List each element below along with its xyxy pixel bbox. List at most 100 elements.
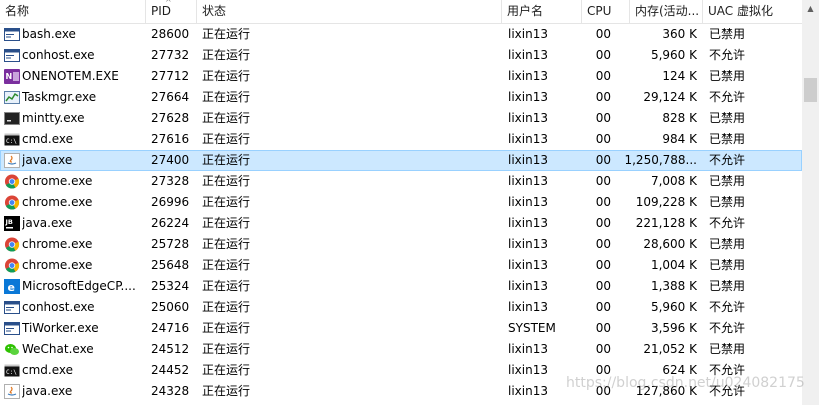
process-memory: 3,596 K [650, 321, 697, 335]
process-status: 正在运行 [202, 48, 251, 62]
process-memory: 29,124 K [643, 90, 697, 104]
process-row[interactable]: conhost.exe 25060 正在运行 lixin13 00 5,960 K 不允许 [0, 297, 802, 318]
process-uac: 已禁用 [709, 132, 746, 146]
column-header-cpu[interactable]: CPU [582, 0, 630, 23]
process-pid: 25648 [151, 258, 190, 272]
process-uac: 不允许 [709, 321, 746, 335]
process-cpu: 00 [595, 321, 611, 335]
column-header-uac[interactable]: UAC 虚拟化 [703, 0, 802, 23]
process-cpu: 00 [595, 69, 611, 83]
process-name: ONENOTEM.EXE [22, 69, 119, 83]
process-memory: 21,052 K [643, 342, 697, 356]
process-row[interactable]: java.exe 27400 正在运行 lixin13 00 1,250,788... 不允… [0, 150, 802, 171]
process-uac: 已禁用 [709, 195, 746, 209]
process-user: lixin13 [508, 300, 548, 314]
console-window-icon [4, 48, 20, 63]
svg-text:N: N [6, 72, 13, 81]
process-uac: 已禁用 [709, 69, 746, 83]
process-uac: 已禁用 [709, 237, 746, 251]
process-memory: 828 K [662, 111, 697, 125]
process-name: java.exe [22, 216, 73, 230]
process-user: lixin13 [508, 48, 548, 62]
process-memory: 109,228 K [635, 195, 697, 209]
vertical-scrollbar[interactable]: ▲ [802, 0, 819, 405]
process-row[interactable]: JB java.exe 26224 正在运行 lixin13 00 221,128 K 不允许 [0, 213, 802, 234]
column-header-user[interactable]: 用户名 [502, 0, 582, 23]
console-window-icon [4, 300, 20, 315]
process-row[interactable]: WeChat.exe 24512 正在运行 lixin13 00 21,052 K 已禁用 [0, 339, 802, 360]
process-cpu: 00 [595, 153, 611, 167]
process-pid: 28600 [151, 27, 190, 41]
process-pid: 24328 [151, 384, 190, 398]
process-row[interactable]: C:\ cmd.exe 27616 正在运行 lixin13 00 984 K 已禁用 [0, 129, 802, 150]
process-name: conhost.exe [22, 300, 95, 314]
process-user: lixin13 [508, 69, 548, 83]
process-row[interactable]: mintty.exe 27628 正在运行 lixin13 00 828 K 已禁用 [0, 108, 802, 129]
process-name: WeChat.exe [22, 342, 94, 356]
process-cpu: 00 [595, 27, 611, 41]
process-status: 正在运行 [202, 69, 251, 83]
process-status: 正在运行 [202, 132, 251, 146]
process-user: SYSTEM [508, 321, 556, 335]
process-name: mintty.exe [22, 111, 85, 125]
process-pid: 25728 [151, 237, 190, 251]
process-status: 正在运行 [202, 90, 251, 104]
process-name: MicrosoftEdgeCP.... [22, 279, 136, 293]
svg-text:e: e [8, 281, 15, 294]
process-cpu: 00 [595, 279, 611, 293]
process-name: chrome.exe [22, 258, 93, 272]
process-row[interactable]: chrome.exe 26996 正在运行 lixin13 00 109,228 K 已禁用 [0, 192, 802, 213]
process-memory: 5,960 K [650, 48, 697, 62]
process-user: lixin13 [508, 90, 548, 104]
process-row[interactable]: conhost.exe 27732 正在运行 lixin13 00 5,960 K 不允许 [0, 45, 802, 66]
column-header-status[interactable]: 状态 [197, 0, 502, 23]
process-memory: 1,004 K [650, 258, 697, 272]
cmd-icon: C:\ [4, 363, 20, 378]
process-uac: 不允许 [709, 90, 746, 104]
process-memory: 984 K [662, 132, 697, 146]
process-row[interactable]: chrome.exe 25648 正在运行 lixin13 00 1,004 K 已禁用 [0, 255, 802, 276]
scroll-up-arrow-icon[interactable]: ▲ [802, 0, 819, 17]
process-uac: 不允许 [709, 153, 746, 167]
java-icon [4, 384, 20, 399]
process-row[interactable]: chrome.exe 27328 正在运行 lixin13 00 7,008 K 已禁用 [0, 171, 802, 192]
process-row[interactable]: e MicrosoftEdgeCP.... 25324 正在运行 lixin13 00 1,… [0, 276, 802, 297]
process-memory: 7,008 K [650, 174, 697, 188]
process-memory: 1,250,788... [624, 153, 697, 167]
java-icon [4, 153, 20, 168]
process-row[interactable]: Taskmgr.exe 27664 正在运行 lixin13 00 29,124 K 不允许 [0, 87, 802, 108]
scrollbar-thumb[interactable] [804, 78, 817, 102]
process-uac: 已禁用 [709, 111, 746, 125]
svg-text:JB: JB [5, 218, 13, 226]
jetbrains-icon: JB [4, 216, 20, 231]
process-row[interactable]: chrome.exe 25728 正在运行 lixin13 00 28,600 K 已禁用 [0, 234, 802, 255]
process-cpu: 00 [595, 111, 611, 125]
column-header-name[interactable]: 名称 [0, 0, 146, 23]
process-row[interactable]: bash.exe 28600 正在运行 lixin13 00 360 K 已禁用 [0, 24, 802, 45]
process-uac: 不允许 [709, 216, 746, 230]
process-uac: 已禁用 [709, 174, 746, 188]
process-pid: 27628 [151, 111, 190, 125]
process-name: chrome.exe [22, 195, 93, 209]
process-cpu: 00 [595, 174, 611, 188]
process-pid: 24452 [151, 363, 190, 377]
chrome-icon [4, 258, 20, 273]
wechat-icon [4, 342, 20, 357]
process-name: Taskmgr.exe [22, 90, 97, 104]
process-name: java.exe [22, 384, 73, 398]
process-row[interactable]: N ONENOTEM.EXE 27712 正在运行 lixin13 00 124 K 已禁用 [0, 66, 802, 87]
process-user: lixin13 [508, 132, 548, 146]
process-row[interactable]: TiWorker.exe 24716 正在运行 SYSTEM 00 3,596 K 不允许 [0, 318, 802, 339]
column-header-memory[interactable]: 内存(活动... [630, 0, 703, 23]
process-name: java.exe [22, 153, 73, 167]
console-window-icon [4, 27, 20, 42]
process-status: 正在运行 [202, 153, 251, 167]
chrome-icon [4, 195, 20, 210]
process-memory: 360 K [662, 27, 697, 41]
process-memory: 1,388 K [650, 279, 697, 293]
process-cpu: 00 [595, 195, 611, 209]
process-name: conhost.exe [22, 48, 95, 62]
process-uac: 不允许 [709, 300, 746, 314]
process-pid: 27400 [151, 153, 190, 167]
svg-text:C:\: C:\ [6, 138, 17, 145]
